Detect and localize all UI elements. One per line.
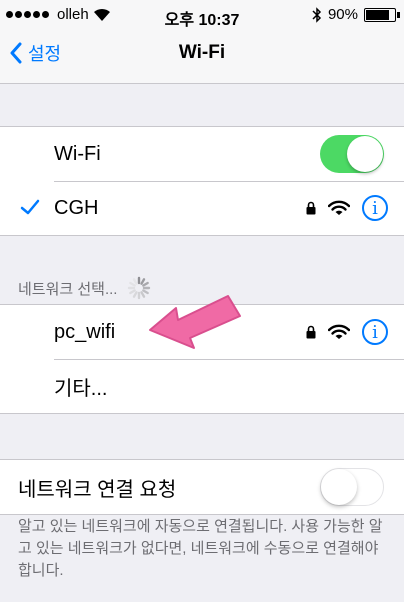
battery-icon xyxy=(364,7,400,22)
other-network-label: 기타... xyxy=(54,377,108,400)
checkmark-icon xyxy=(20,199,40,215)
choose-network-label: 네트워크 선택... xyxy=(18,280,118,298)
lock-icon xyxy=(306,325,316,339)
wifi-toggle[interactable] xyxy=(320,135,384,173)
wifi-group: Wi-Fi CGH i xyxy=(0,126,404,236)
network-name: pc_wifi xyxy=(54,320,116,343)
choose-network-header: 네트워크 선택... xyxy=(18,276,151,300)
network-icons: i xyxy=(306,319,388,345)
toggle-knob xyxy=(347,136,383,172)
other-network-row[interactable]: 기타... xyxy=(0,359,404,413)
ask-to-join-label: 네트워크 연결 요청 xyxy=(18,478,177,501)
bluetooth-icon xyxy=(312,6,322,23)
network-icons: i xyxy=(306,195,388,221)
navigation-bar: 설정 Wi-Fi xyxy=(0,30,404,84)
ask-to-join-description: 알고 있는 네트워크에 자동으로 연결됩니다. 사용 가능한 알고 있는 네트워… xyxy=(18,518,383,579)
status-right: 90% xyxy=(312,6,400,23)
battery-percent: 90% xyxy=(327,6,358,23)
ask-to-join-group: 네트워크 연결 요청 xyxy=(0,459,404,515)
status-bar: olleh 오후 10:37 90% xyxy=(0,0,404,30)
wifi-signal-icon xyxy=(328,200,350,215)
connected-network-name: CGH xyxy=(54,196,99,219)
battery-level-fill xyxy=(366,9,389,20)
lock-icon xyxy=(306,201,316,215)
connected-network-row[interactable]: CGH i xyxy=(0,181,404,235)
info-icon[interactable]: i xyxy=(362,195,388,221)
info-icon[interactable]: i xyxy=(362,319,388,345)
wifi-toggle-row: Wi-Fi xyxy=(0,127,404,181)
wifi-label: Wi-Fi xyxy=(54,142,101,165)
wifi-signal-icon xyxy=(328,324,350,339)
page-title: Wi-Fi xyxy=(178,42,226,63)
ask-to-join-row: 네트워크 연결 요청 xyxy=(0,460,404,514)
arrow-annotation-icon xyxy=(149,295,241,349)
ask-to-join-toggle[interactable] xyxy=(320,468,384,506)
toggle-knob xyxy=(321,469,357,505)
